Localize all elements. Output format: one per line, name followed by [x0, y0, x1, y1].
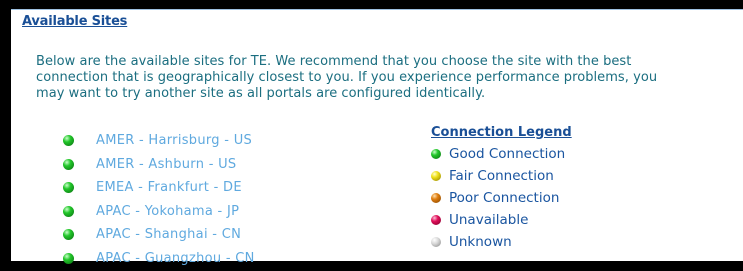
legend-item-poor: Poor Connection: [431, 187, 572, 209]
site-link[interactable]: AMER - Harrisburg - US: [96, 133, 252, 148]
site-item-amer-harrisburg[interactable]: AMER - Harrisburg - US: [63, 129, 255, 153]
site-link[interactable]: APAC - Guangzhou - CN: [96, 251, 255, 266]
site-item-emea-frankfurt[interactable]: EMEA - Frankfurt - DE: [63, 176, 255, 200]
site-item-apac-shanghai[interactable]: APAC - Shanghai - CN: [63, 223, 255, 247]
legend-item-fair: Fair Connection: [431, 165, 572, 187]
legend-item-unavailable: Unavailable: [431, 209, 572, 231]
intro-line-3: may want to try another site as all port…: [36, 86, 486, 101]
site-item-apac-yokohama[interactable]: APAC - Yokohama - JP: [63, 200, 255, 224]
intro-paragraph: Below are the available sites for TE. We…: [36, 54, 743, 102]
legend-label: Good Connection: [449, 146, 566, 162]
gray-dot-icon: [431, 237, 441, 247]
legend-title: Connection Legend: [431, 125, 572, 140]
legend-list: Good Connection Fair Connection Poor Con…: [431, 143, 572, 253]
available-sites-panel: Available Sites Below are the available …: [11, 9, 743, 266]
legend-item-unknown: Unknown: [431, 231, 572, 253]
red-dot-icon: [431, 215, 441, 225]
green-dot-icon: [431, 149, 441, 159]
status-good-icon: [63, 135, 74, 147]
yellow-dot-icon: [431, 171, 441, 181]
site-item-apac-guangzhou[interactable]: APAC - Guangzhou - CN: [63, 247, 255, 271]
intro-line-2: connection that is geographically closes…: [36, 70, 658, 85]
site-link[interactable]: APAC - Shanghai - CN: [96, 227, 241, 242]
orange-dot-icon: [431, 193, 441, 203]
legend-label: Poor Connection: [449, 190, 560, 206]
page-title[interactable]: Available Sites: [22, 14, 127, 29]
intro-line-1: Below are the available sites for TE. We…: [36, 54, 632, 69]
legend-label: Unavailable: [449, 212, 529, 228]
connection-legend: Connection Legend Good Connection Fair C…: [431, 125, 572, 253]
status-good-icon: [63, 229, 74, 241]
status-good-icon: [63, 158, 74, 170]
legend-label: Fair Connection: [449, 168, 554, 184]
site-link[interactable]: EMEA - Frankfurt - DE: [96, 180, 242, 195]
site-link[interactable]: APAC - Yokohama - JP: [96, 204, 239, 219]
status-good-icon: [63, 182, 74, 194]
site-link[interactable]: AMER - Ashburn - US: [96, 157, 237, 172]
site-list: AMER - Harrisburg - US AMER - Ashburn - …: [63, 129, 255, 270]
status-good-icon: [63, 205, 74, 217]
status-good-icon: [63, 252, 74, 264]
legend-label: Unknown: [449, 234, 512, 250]
legend-item-good: Good Connection: [431, 143, 572, 165]
site-item-amer-ashburn[interactable]: AMER - Ashburn - US: [63, 153, 255, 177]
